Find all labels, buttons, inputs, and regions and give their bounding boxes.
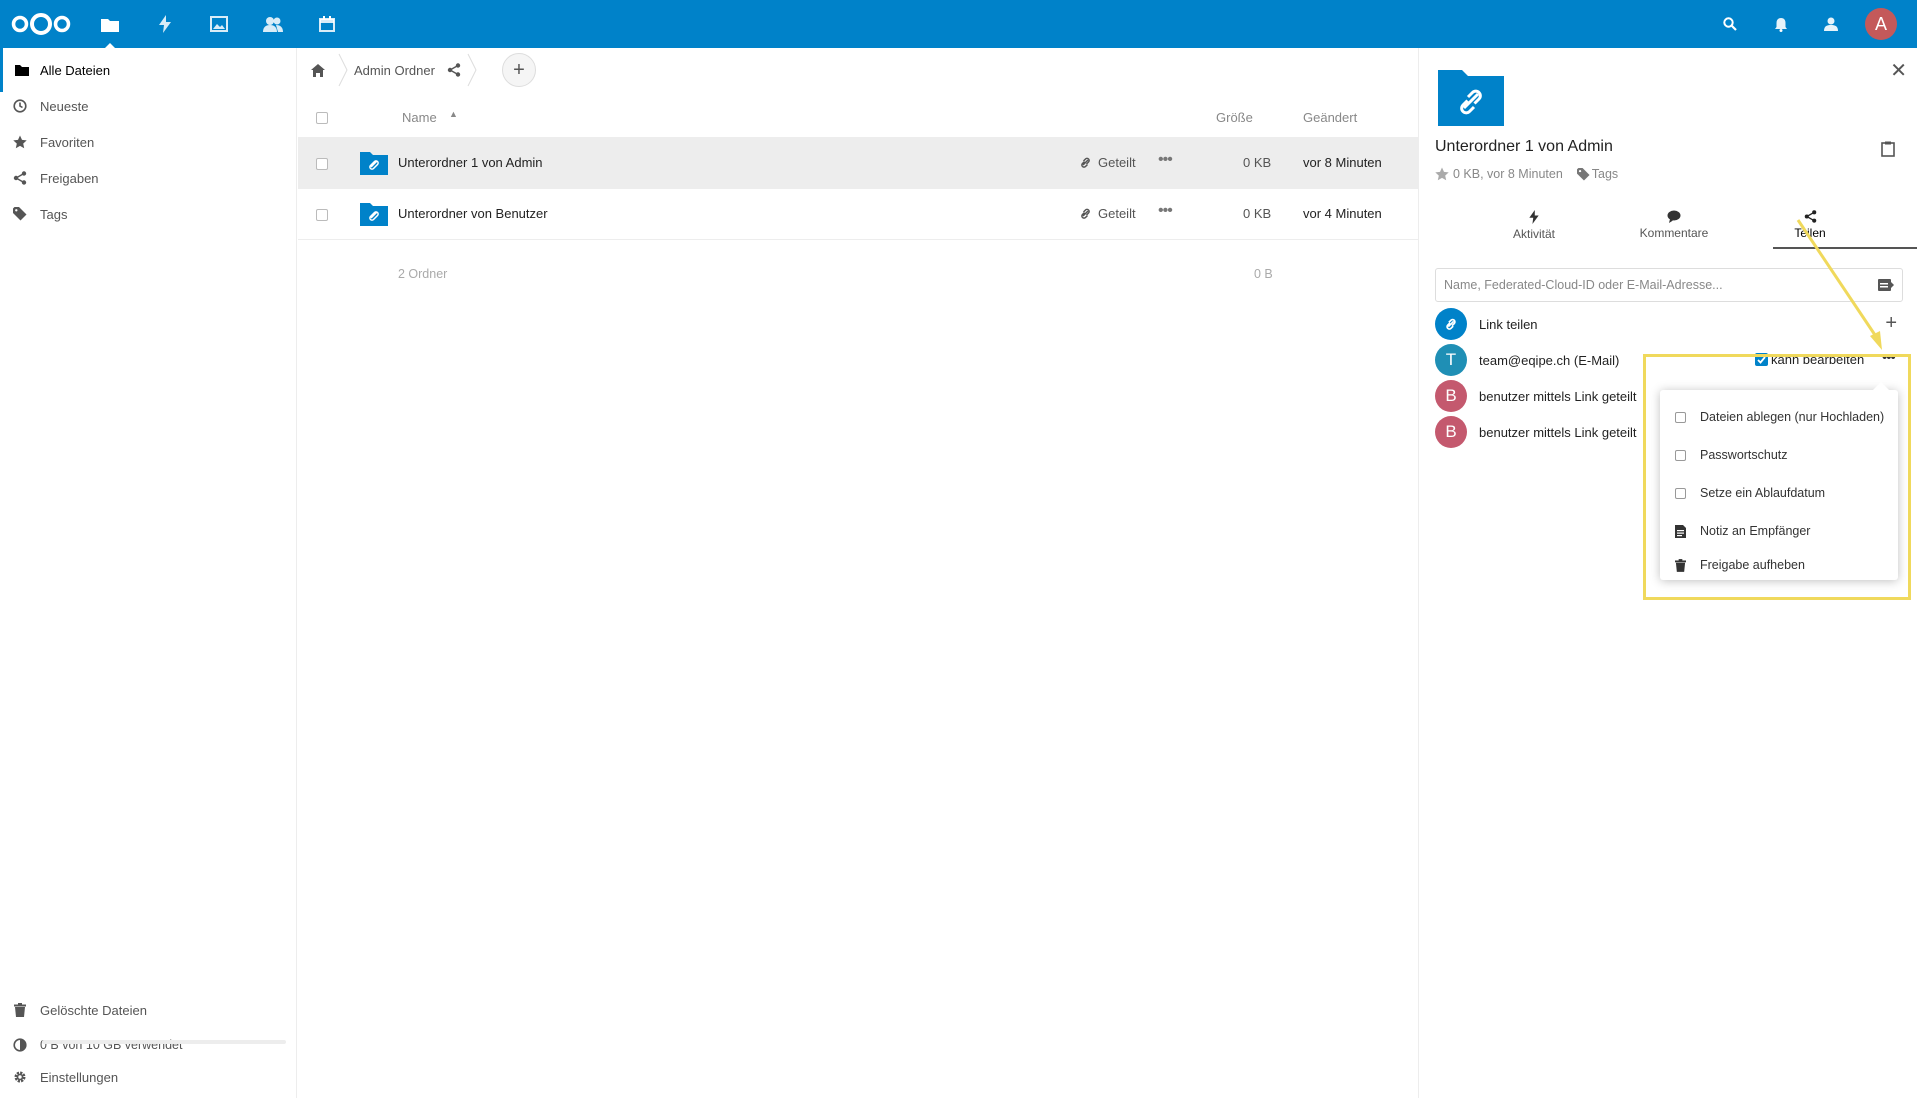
breadcrumb-folder[interactable]: Admin Ordner	[354, 63, 435, 78]
comment-icon	[1667, 210, 1681, 223]
nav-label: Neueste	[40, 98, 89, 114]
nav-item-settings[interactable]: Einstellungen	[0, 1055, 297, 1098]
clipboard-icon[interactable]	[1881, 141, 1895, 162]
folder-icon	[3, 64, 40, 76]
summary-count: 2 Ordner	[398, 267, 448, 281]
quota-bar	[42, 1040, 286, 1044]
nav-label: Alle Dateien	[40, 62, 111, 78]
row-checkbox[interactable]	[316, 209, 328, 221]
file-name[interactable]: Unterordner 1 von Admin	[398, 155, 543, 170]
photos-app-icon[interactable]	[207, 12, 231, 36]
link-share-label: Link teilen	[1479, 316, 1538, 332]
quota-pie-icon	[0, 1038, 40, 1052]
contacts-menu-icon[interactable]	[1819, 12, 1843, 36]
tab-comments[interactable]: Kommentare	[1614, 204, 1734, 248]
star-icon	[0, 135, 40, 149]
tag-icon	[1576, 167, 1590, 181]
share-label: team@eqipe.ch (E-Mail)	[1479, 352, 1620, 368]
column-modified[interactable]: Geändert	[1303, 110, 1357, 125]
highlight-box	[1643, 354, 1911, 600]
column-size[interactable]: Größe	[1216, 110, 1253, 125]
files-main: Admin Ordner + Name ▲ Größe Geändert Unt…	[298, 48, 1418, 1098]
share-label: benutzer mittels Link geteilt	[1479, 388, 1637, 404]
file-name[interactable]: Unterordner von Benutzer	[398, 206, 548, 221]
nav-label: Einstellungen	[40, 1069, 119, 1085]
nav-label: Tags	[40, 206, 68, 222]
link-icon	[1435, 308, 1467, 340]
shared-folder-icon	[360, 152, 388, 175]
tab-activity[interactable]: Aktivität	[1474, 204, 1594, 248]
trash-icon	[0, 1003, 40, 1017]
tags-link[interactable]: Tags	[1592, 167, 1618, 181]
file-table-header: Name ▲ Größe Geändert	[298, 98, 1418, 138]
star-icon[interactable]	[1435, 167, 1449, 181]
sidebar-title: Unterordner 1 von Admin	[1435, 138, 1613, 155]
nav-item-tags[interactable]: Tags	[0, 192, 297, 236]
activity-icon	[1529, 210, 1539, 224]
nav-label: Favoriten	[40, 134, 95, 150]
search-icon[interactable]	[1718, 12, 1742, 36]
link-icon	[1081, 157, 1090, 168]
nav-label: Gelöschte Dateien	[40, 1002, 147, 1018]
home-icon[interactable]	[298, 48, 338, 92]
annotation-arrow	[1796, 219, 1882, 350]
user-avatar[interactable]: A	[1865, 8, 1897, 40]
link-icon	[1081, 208, 1090, 219]
shared-folder-icon	[360, 203, 388, 226]
add-new-button[interactable]: +	[502, 53, 536, 87]
summary-size: 0 B	[1254, 267, 1273, 281]
share-icon	[0, 171, 40, 185]
avatar: T	[1435, 344, 1467, 376]
nav-label: Freigaben	[40, 170, 99, 186]
shared-indicator[interactable]: Geteilt	[1079, 155, 1136, 170]
tag-icon	[0, 207, 40, 221]
close-icon[interactable]: ✕	[1890, 58, 1907, 83]
shared-folder-preview-icon	[1438, 70, 1504, 126]
share-icon[interactable]	[447, 63, 461, 77]
sort-asc-icon: ▲	[449, 109, 458, 119]
app-navigation: Alle Dateien Neueste Favoriten Freigaben…	[0, 48, 297, 1098]
nextcloud-logo[interactable]	[10, 12, 72, 36]
file-modified: vor 8 Minuten	[1303, 155, 1382, 170]
avatar: B	[1435, 416, 1467, 448]
column-name[interactable]: Name	[402, 110, 437, 125]
notifications-icon[interactable]	[1769, 12, 1793, 36]
activity-app-icon[interactable]	[153, 12, 177, 36]
breadcrumb-separator	[338, 53, 348, 87]
more-actions-icon[interactable]: •••	[1158, 151, 1173, 169]
file-size: 0 KB	[1243, 155, 1272, 170]
contacts-app-icon[interactable]	[261, 12, 285, 36]
breadcrumb: Admin Ordner	[298, 48, 1418, 92]
row-checkbox[interactable]	[316, 158, 328, 170]
sidebar-meta: 0 KB, vor 8 Minuten Tags	[1435, 167, 1618, 181]
select-all-checkbox[interactable]	[316, 112, 328, 124]
shared-indicator[interactable]: Geteilt	[1079, 206, 1136, 221]
table-row[interactable]: Unterordner 1 von Admin Geteilt ••• 0 KB…	[298, 138, 1418, 189]
share-label: benutzer mittels Link geteilt	[1479, 424, 1637, 440]
avatar: B	[1435, 380, 1467, 412]
files-app-icon[interactable]	[98, 12, 122, 48]
clock-icon	[0, 99, 40, 113]
calendar-app-icon[interactable]	[315, 12, 339, 36]
table-row[interactable]: Unterordner von Benutzer Geteilt ••• 0 K…	[298, 189, 1418, 240]
breadcrumb-separator	[467, 53, 477, 87]
file-modified: vor 4 Minuten	[1303, 206, 1382, 221]
gear-icon	[0, 1070, 40, 1084]
top-header: A	[0, 0, 1917, 48]
more-actions-icon[interactable]: •••	[1158, 202, 1173, 220]
file-size: 0 KB	[1243, 206, 1272, 221]
